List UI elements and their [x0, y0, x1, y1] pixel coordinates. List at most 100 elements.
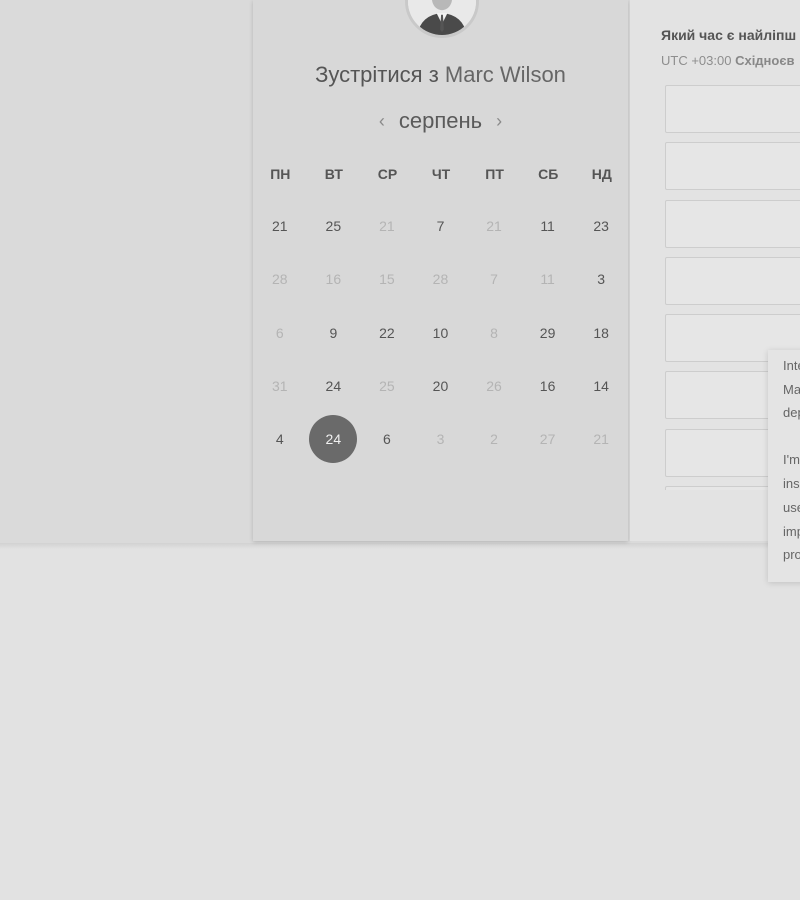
weekday-label: ЧТ	[431, 166, 451, 182]
month-label: серпень	[398, 108, 483, 133]
calendar-day-selected[interactable]: 24	[307, 413, 361, 466]
day-grid: 21 25 21 7 21 11 23 28 16 15 28 7 11 3 6 9 22 10 8 29 18 31 24…	[253, 200, 628, 466]
calendar-day: 11	[521, 253, 575, 306]
day-number: 26	[486, 378, 502, 395]
tooltip-text-line: Ma	[783, 382, 800, 397]
calendar-day[interactable]: 24	[307, 360, 361, 413]
day-number: 6	[275, 324, 284, 341]
day-number: 23	[593, 218, 609, 235]
calendar-day: 21	[574, 413, 628, 466]
calendar-day: 28	[414, 253, 468, 306]
day-number: 25	[325, 218, 342, 235]
day-number: 16	[325, 271, 342, 288]
tooltip-text-line: ins	[783, 476, 800, 491]
calendar-day: 27	[521, 413, 575, 466]
meeting-title: Зустрітися з Marc Wilson	[253, 62, 628, 88]
tooltip-text-line: pro	[783, 547, 800, 562]
calendar-day: 2	[467, 413, 521, 466]
time-slot-button[interactable]: 1	[665, 85, 800, 133]
calendar-day[interactable]: 3	[574, 253, 628, 306]
calendar-day[interactable]: 9	[307, 307, 361, 360]
day-number: 20	[432, 378, 449, 395]
day-number: 3	[597, 271, 606, 288]
time-slot-button[interactable]: 1	[665, 256, 800, 305]
day-number: 21	[271, 218, 288, 235]
tooltip-text-line: Inte	[783, 358, 800, 373]
calendar-day[interactable]: 22	[360, 307, 414, 360]
day-number: 4	[275, 431, 284, 448]
calendar-week-row: 4 24 6 3 2 27 21	[253, 413, 628, 466]
calendar-day[interactable]: 20	[414, 360, 468, 413]
calendar-week-row: 21 25 21 7 21 11 23	[253, 200, 628, 253]
day-number: 3	[436, 431, 445, 448]
calendar-week-row: 6 9 22 10 8 29 18	[253, 307, 628, 360]
calendar-day[interactable]: 10	[414, 307, 468, 360]
calendar-week-row: 28 16 15 28 7 11 3	[253, 253, 628, 306]
day-number: 11	[540, 218, 555, 235]
calendar-day: 31	[253, 360, 307, 413]
weekday-header: ПН ВТ СР ЧТ ПТ СБ НД	[253, 166, 628, 182]
meet-prefix: Зустрітися з	[315, 62, 439, 87]
calendar-day[interactable]: 4	[253, 413, 307, 466]
calendar-day[interactable]: 23	[574, 200, 628, 253]
calendar-week-row: 31 24 25 20 26 16 14	[253, 360, 628, 413]
calendar-day[interactable]: 16	[521, 360, 575, 413]
day-number: 22	[379, 324, 395, 341]
timezone-selector[interactable]: UTC +03:00 Східноєв	[661, 53, 795, 68]
calendar-day[interactable]: 6	[360, 413, 414, 466]
day-number: 10	[432, 324, 449, 341]
day-number: 16	[539, 378, 556, 395]
day-number: 24	[309, 415, 358, 464]
day-number: 2	[490, 431, 498, 448]
calendar-day[interactable]: 7	[414, 200, 468, 253]
calendar-day: 3	[414, 413, 468, 466]
calendar-day: 16	[307, 253, 361, 306]
host-avatar	[405, 0, 479, 38]
day-number: 25	[379, 378, 395, 395]
calendar-day: 28	[253, 253, 307, 306]
calendar-day: 15	[360, 253, 414, 306]
day-number: 18	[593, 324, 609, 341]
calendar-day[interactable]: 29	[521, 307, 575, 360]
time-slot-button[interactable]: 1	[665, 142, 800, 191]
prev-month-icon[interactable]: ‹	[379, 112, 385, 130]
weekday-label: ПН	[270, 166, 291, 182]
timezone-name: Східноєв	[735, 53, 795, 68]
time-slot-button[interactable]: 1	[665, 199, 800, 248]
calendar-panel: Зустрітися з Marc Wilson ‹ серпень › ПН …	[253, 0, 628, 541]
calendar-day[interactable]: 18	[574, 307, 628, 360]
day-number: 27	[539, 431, 556, 448]
day-number: 21	[593, 431, 609, 448]
calendar-day[interactable]: 14	[574, 360, 628, 413]
tooltip-text-line: I'm	[783, 452, 800, 467]
tooltip-text-line: use	[783, 500, 800, 515]
day-number: 29	[539, 324, 556, 341]
weekday-label: ВТ	[324, 166, 343, 182]
calendar-day[interactable]: 25	[307, 200, 361, 253]
host-name: Marc Wilson	[444, 62, 566, 87]
calendar-day: 8	[467, 307, 521, 360]
calendar-day[interactable]: 11	[521, 200, 575, 253]
day-number: 28	[432, 271, 449, 288]
day-number: 7	[436, 218, 445, 235]
day-number: 24	[325, 378, 342, 395]
day-number: 21	[379, 218, 395, 235]
host-bio-tooltip: Inte Ma dep I'm ins use imp pro	[768, 350, 800, 582]
next-month-icon[interactable]: ›	[496, 112, 502, 130]
calendar-day[interactable]: 21	[253, 200, 307, 253]
day-number: 31	[271, 378, 288, 395]
day-number: 15	[379, 271, 395, 288]
calendar-day: 26	[467, 360, 521, 413]
timezone-offset: UTC +03:00	[661, 53, 732, 68]
weekday-label: ПТ	[485, 166, 504, 182]
day-number: 28	[271, 271, 288, 288]
calendar-day: 21	[467, 200, 521, 253]
day-number: 14	[593, 378, 609, 395]
day-number: 9	[329, 324, 338, 341]
calendar-day: 7	[467, 253, 521, 306]
day-number: 6	[383, 431, 391, 448]
calendar-day: 21	[360, 200, 414, 253]
month-navigation: ‹ серпень ›	[253, 106, 628, 136]
tooltip-text-line: imp	[783, 524, 800, 539]
day-number: 8	[490, 324, 498, 341]
